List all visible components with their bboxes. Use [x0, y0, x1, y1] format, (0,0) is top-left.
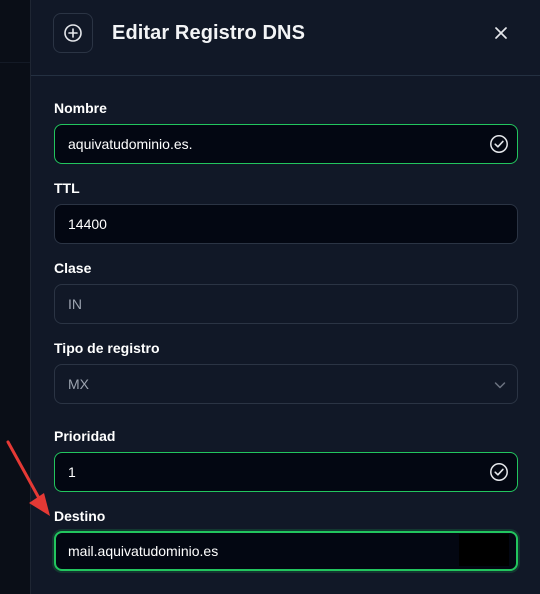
ttl-value: 14400 [68, 216, 107, 232]
dialog-header: Editar Registro DNS [31, 0, 540, 76]
destino-value: mail.aquivatudominio.es [68, 543, 219, 559]
nombre-input[interactable]: aquivatudominio.es. [54, 124, 518, 164]
close-button[interactable] [490, 22, 512, 44]
clase-value: IN [68, 296, 82, 312]
check-circle-icon [490, 463, 508, 481]
ttl-label: TTL [54, 180, 80, 196]
nombre-label: Nombre [54, 100, 107, 116]
tipo-registro-value: MX [68, 376, 89, 392]
destino-label: Destino [54, 508, 106, 524]
nombre-value: aquivatudominio.es. [68, 136, 193, 152]
clase-label: Clase [54, 260, 92, 276]
chevron-down-icon [494, 382, 506, 389]
dialog-title: Editar Registro DNS [112, 22, 306, 44]
background-overlay [0, 0, 31, 594]
prioridad-label: Prioridad [54, 428, 116, 444]
plus-circle-icon [53, 13, 93, 53]
edit-dns-record-dialog: Editar Registro DNS Nombre aquivatudomin… [31, 0, 540, 594]
tipo-registro-select[interactable]: MX [54, 364, 518, 404]
check-circle-icon [490, 135, 508, 153]
close-icon [495, 27, 507, 39]
clase-input: IN [54, 284, 518, 324]
prioridad-input[interactable]: 1 [54, 452, 518, 492]
prioridad-value: 1 [68, 464, 76, 480]
ttl-input[interactable]: 14400 [54, 204, 518, 244]
destino-input[interactable]: mail.aquivatudominio.es [54, 531, 518, 571]
tipo-registro-label: Tipo de registro [54, 340, 160, 356]
redaction-box [459, 534, 509, 566]
